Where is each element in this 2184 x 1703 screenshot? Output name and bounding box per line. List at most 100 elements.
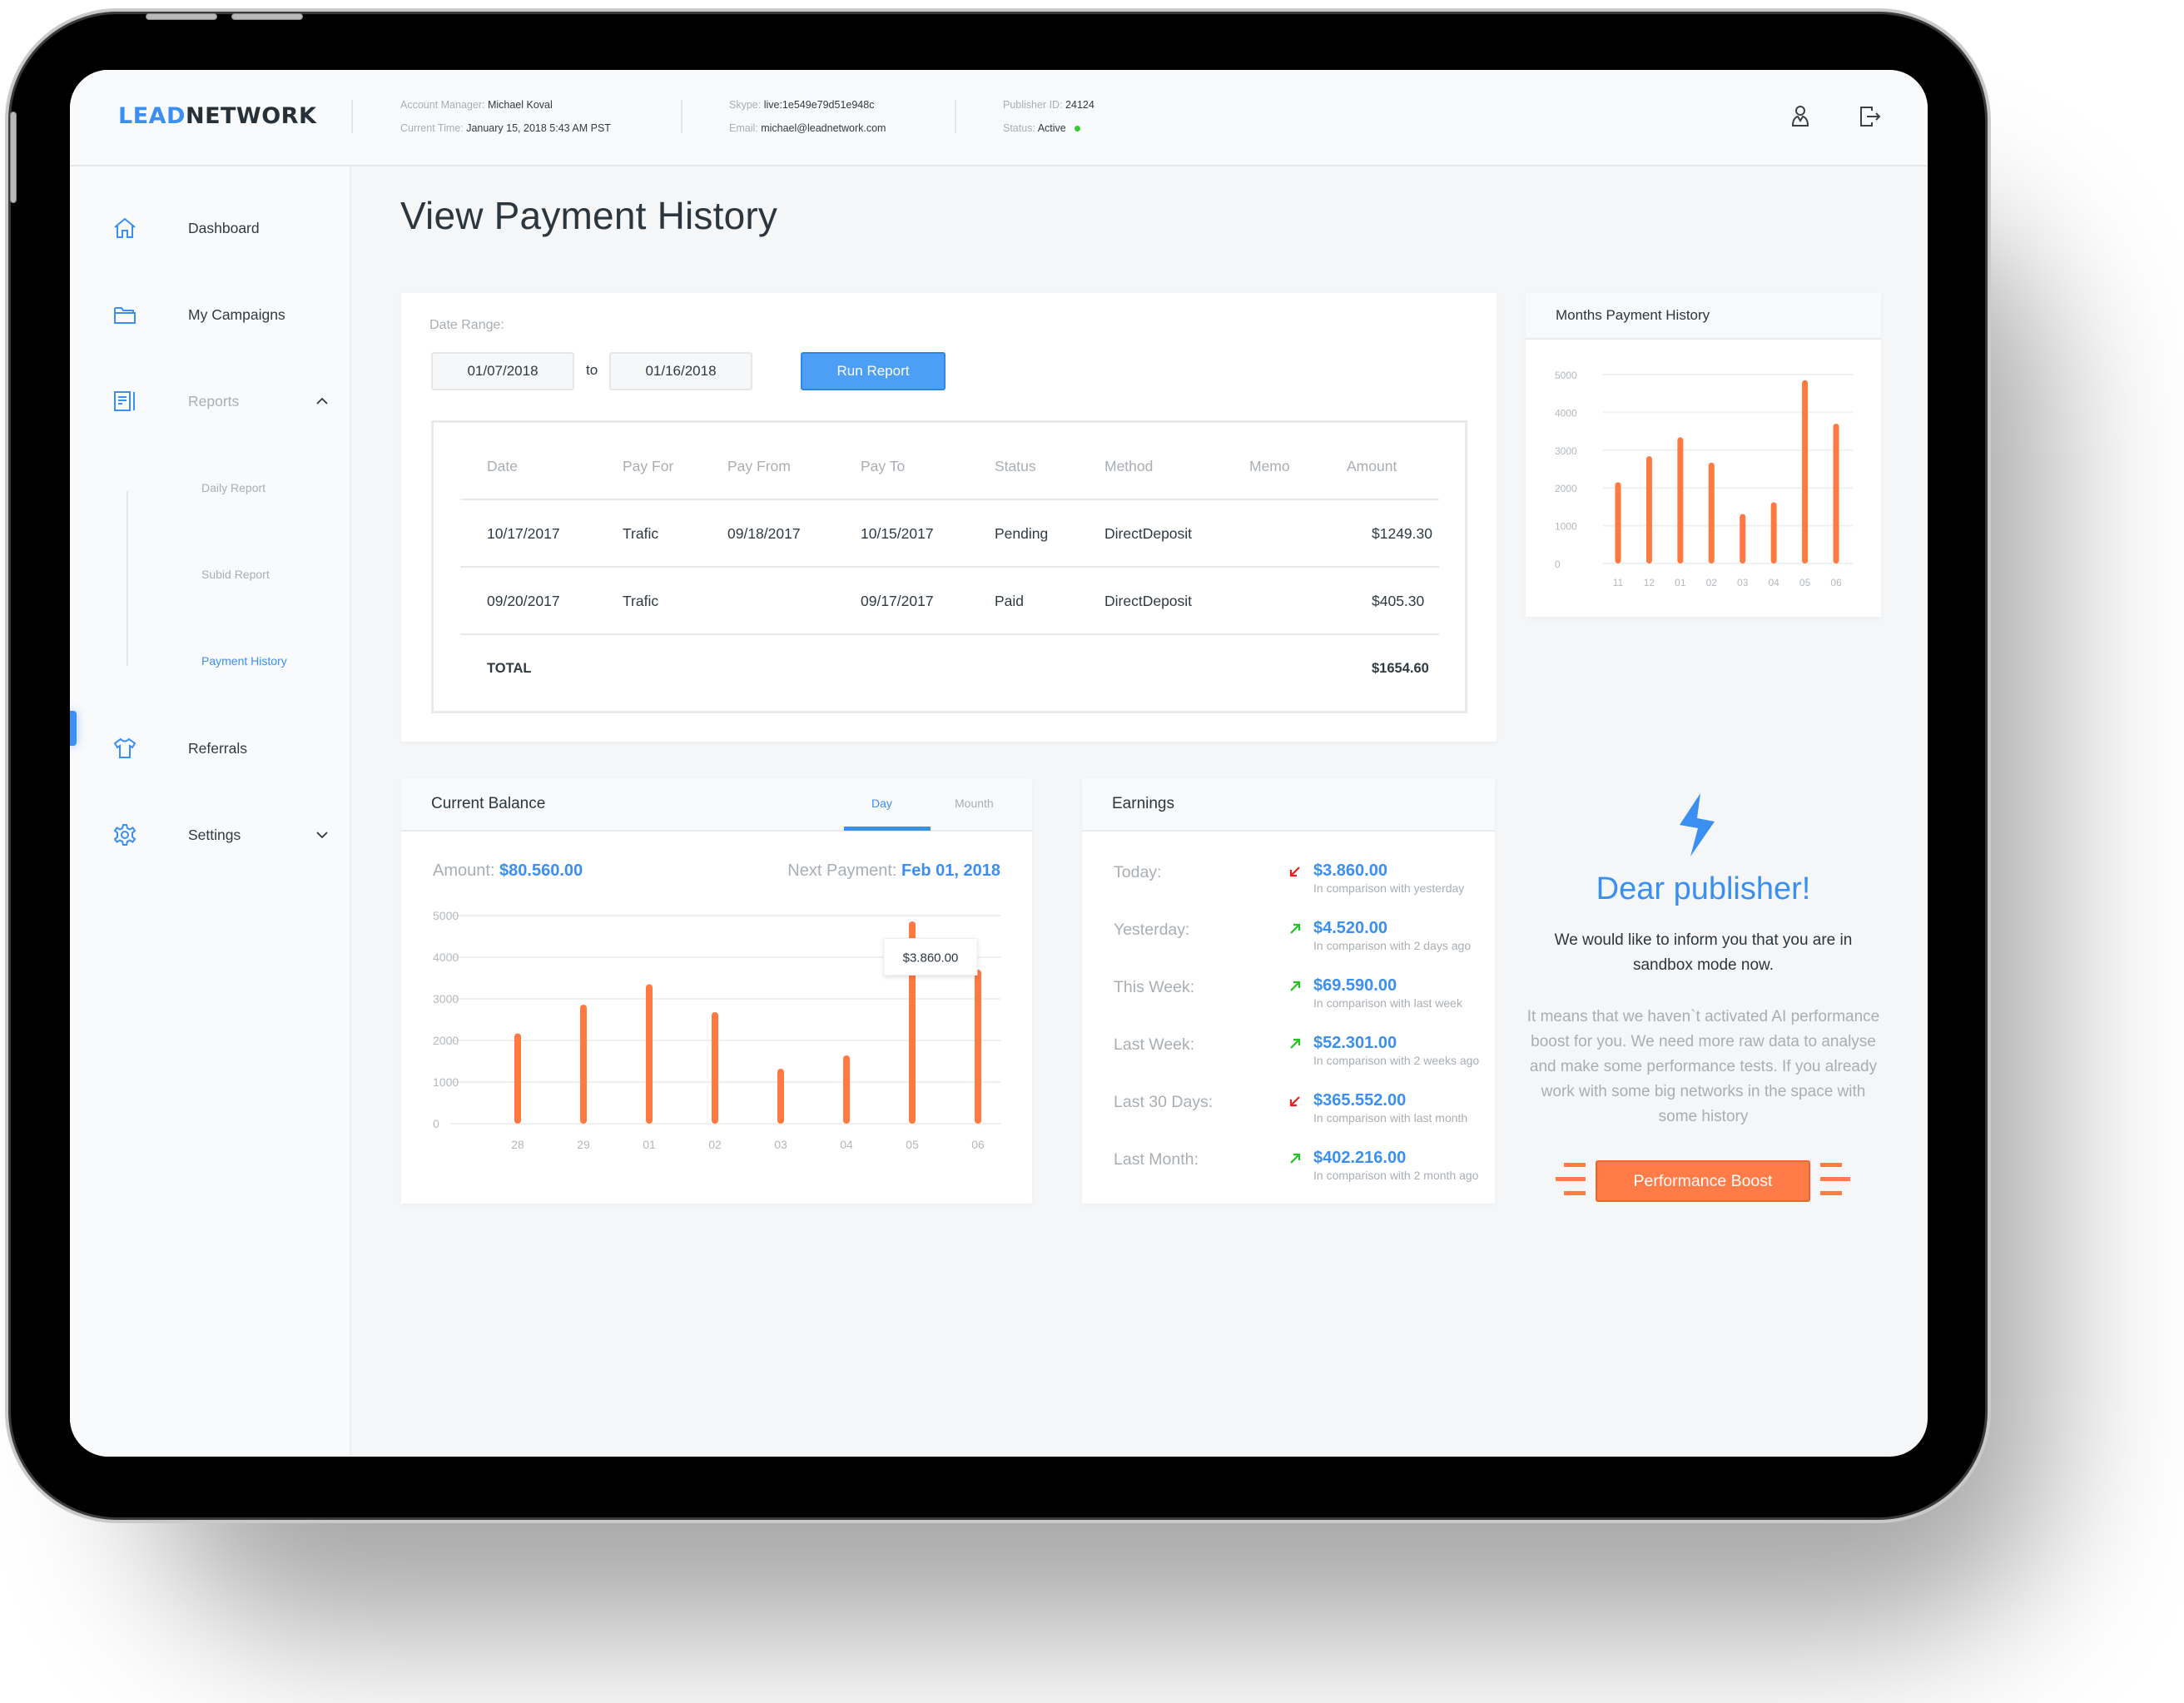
- earnings-comparison: In comparison with 2 month ago: [1313, 1169, 1479, 1182]
- earnings-label: This Week:: [1114, 978, 1195, 996]
- bar-12[interactable]: [1645, 456, 1652, 564]
- submenu-line: [127, 491, 128, 666]
- card-header: Current Balance Day Mounth: [401, 778, 1032, 832]
- tab-month[interactable]: Mounth: [955, 797, 994, 810]
- sidebar-item-referrals[interactable]: Referrals: [70, 723, 351, 773]
- column-header: Amount: [1347, 458, 1397, 474]
- bar-01[interactable]: [646, 984, 653, 1125]
- cell-amount: $1249.30: [1372, 525, 1432, 542]
- performance-boost-button[interactable]: Performance Boost: [1596, 1160, 1810, 1202]
- x-tick-label: 01: [643, 1138, 656, 1151]
- decor-line: [1820, 1191, 1842, 1195]
- page-title: View Payment History: [400, 194, 778, 237]
- date-to-input[interactable]: [609, 352, 752, 390]
- status-dot: [1074, 126, 1080, 132]
- earnings-value: $402.216.00: [1313, 1149, 1407, 1167]
- card-title: Earnings: [1112, 795, 1174, 812]
- promo-body: It means that we haven`t activated AI pe…: [1526, 1008, 1880, 1125]
- bar-28[interactable]: [514, 1033, 521, 1125]
- decor-line: [1820, 1177, 1850, 1181]
- x-tick-label: 11: [1613, 577, 1624, 588]
- sidebar-item-my-campaigns[interactable]: My Campaigns: [70, 290, 351, 340]
- earnings-comparison: In comparison with 2 days ago: [1313, 939, 1472, 952]
- sidebar-item-label: My Campaigns: [188, 305, 285, 323]
- sidebar: Dashboard My Campaigns Reports Daily Rep…: [70, 166, 351, 1457]
- logo[interactable]: LEADNETWORK: [118, 103, 316, 129]
- chevron-up-icon[interactable]: [315, 395, 329, 408]
- chevron-down-icon[interactable]: [315, 828, 329, 842]
- sidebar-subitem-subid-report[interactable]: Subid Report: [201, 568, 270, 581]
- skype-label: Skype:: [729, 99, 762, 111]
- status-label: Status:: [1003, 122, 1035, 134]
- y-tick-label: 5000: [1555, 370, 1577, 381]
- bar-02[interactable]: [712, 1012, 718, 1124]
- volume-button: [231, 13, 303, 20]
- row-divider: [460, 566, 1439, 568]
- amount-label: Amount:: [433, 861, 495, 880]
- earnings-label: Last Week:: [1114, 1035, 1195, 1054]
- bar-05[interactable]: [1802, 380, 1809, 564]
- column-header: Memo: [1249, 458, 1290, 474]
- bar-04[interactable]: [843, 1055, 850, 1124]
- tooltip-text: $3.860.00: [903, 951, 959, 966]
- earnings-value: $4.520.00: [1313, 919, 1387, 937]
- chart-tooltip: $3.860.00: [883, 938, 978, 976]
- y-tick-label: 0: [1555, 559, 1561, 570]
- cell-pay-for: Trafic: [623, 525, 659, 542]
- sidebar-item-settings[interactable]: Settings: [70, 810, 351, 860]
- date-range-label: Date Range:: [429, 318, 504, 332]
- y-tick-label: 3000: [1555, 445, 1577, 457]
- sidebar-item-label: Referrals: [188, 739, 247, 757]
- cell-method: DirectDeposit: [1104, 525, 1193, 542]
- account-info: Account Manager: Michael Koval Current T…: [400, 93, 611, 140]
- gear-icon: [113, 824, 136, 846]
- bar-03[interactable]: [777, 1069, 784, 1124]
- bar-06[interactable]: [1833, 424, 1839, 564]
- earnings-value: $69.590.00: [1313, 976, 1397, 995]
- header-divider: [351, 100, 353, 133]
- cell-pay-to: 10/15/2017: [861, 525, 934, 542]
- bar-03[interactable]: [1740, 514, 1746, 564]
- bar-11[interactable]: [1615, 482, 1621, 564]
- top-header: LEADNETWORK Account Manager: Michael Kov…: [70, 70, 1928, 166]
- bar-02[interactable]: [1708, 462, 1715, 564]
- x-tick-label: 01: [1675, 577, 1686, 588]
- earnings-row: This Week: $69.590.00 In comparison with l…: [1114, 976, 1497, 1028]
- sidebar-item-reports[interactable]: Reports: [70, 376, 351, 426]
- earnings-row: Last 30 Days: $365.552.00 In comparison wi…: [1114, 1091, 1497, 1143]
- sidebar-item-dashboard[interactable]: Dashboard: [70, 203, 351, 253]
- promo-title: Dear publisher!: [1596, 871, 1811, 906]
- tab-day[interactable]: Day: [871, 797, 892, 810]
- trend-up-icon: [1290, 1038, 1301, 1049]
- earnings-comparison: In comparison with last month: [1313, 1111, 1468, 1125]
- cell-date: 09/20/2017: [487, 593, 560, 609]
- x-tick-label: 05: [1799, 577, 1811, 588]
- stage: LEADNETWORK Account Manager: Michael Kov…: [0, 0, 2184, 1703]
- email-value: michael@leadnetwork.com: [761, 122, 886, 134]
- account-manager-value: Michael Koval: [487, 99, 553, 111]
- y-tick-label: 1000: [433, 1075, 459, 1089]
- sidebar-subitem-daily-report[interactable]: Daily Report: [201, 481, 266, 494]
- user-icon[interactable]: [1787, 103, 1814, 130]
- cell-amount: $405.30: [1372, 593, 1425, 609]
- publisher-info: Publisher ID: 24124 Status: Active: [1003, 93, 1094, 140]
- earnings-label: Last 30 Days:: [1114, 1093, 1214, 1111]
- bar-29[interactable]: [580, 1005, 587, 1124]
- earnings-comparison: In comparison with 2 weeks ago: [1313, 1054, 1480, 1067]
- date-from-input[interactable]: [431, 352, 574, 390]
- row-divider: [460, 633, 1439, 635]
- cell-date: 10/17/2017: [487, 525, 560, 542]
- logout-icon[interactable]: [1856, 103, 1883, 130]
- sidebar-subitem-payment-history[interactable]: Payment History: [201, 654, 287, 668]
- earnings-row: Last Month: $402.216.00 In comparison with…: [1114, 1149, 1497, 1200]
- to-label: to: [586, 362, 598, 378]
- active-tab-underline: [844, 827, 931, 831]
- bar-04[interactable]: [1770, 502, 1777, 564]
- publisher-id-value: 24124: [1065, 99, 1094, 111]
- x-tick-label: 29: [577, 1138, 590, 1151]
- bar-01[interactable]: [1677, 437, 1684, 564]
- decor-line: [1564, 1163, 1586, 1167]
- run-report-button[interactable]: Run Report: [801, 352, 946, 390]
- contact-info: Skype: live:1e549e79d51e948c Email: mich…: [729, 93, 886, 140]
- bar-06[interactable]: [975, 970, 981, 1124]
